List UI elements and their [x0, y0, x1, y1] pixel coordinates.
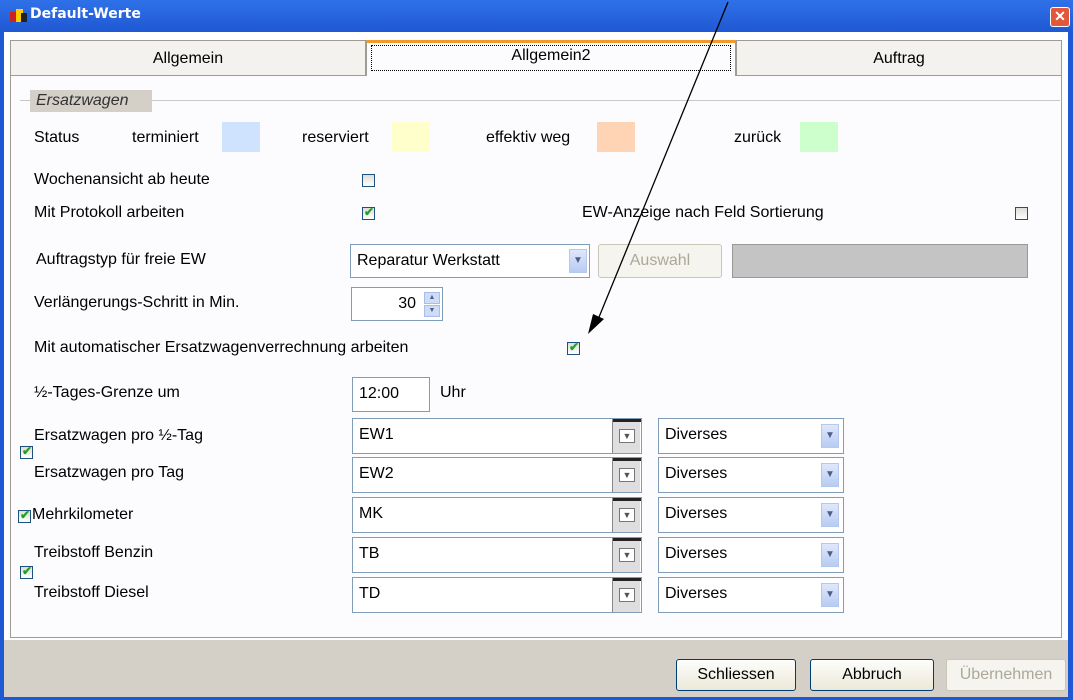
- chevron-down-icon[interactable]: ▼: [821, 583, 839, 607]
- status-zurueck-swatch[interactable]: [800, 122, 838, 152]
- article-checkbox-mk[interactable]: ✔: [18, 508, 31, 523]
- abbruch-button[interactable]: Abbruch: [810, 659, 934, 691]
- halbtag-label: ½-Tages-Grenze um: [34, 384, 180, 401]
- title-bar[interactable]: [0, 0, 1073, 32]
- tab-auftrag[interactable]: Auftrag: [736, 40, 1062, 76]
- status-label: Status: [34, 129, 80, 146]
- group-divider: [20, 100, 1060, 101]
- uebernehmen-button[interactable]: Übernehmen: [946, 659, 1066, 691]
- lookup-bar: [613, 538, 641, 541]
- auftragstyp-display: [732, 244, 1028, 278]
- checkmark-icon: ✔: [22, 444, 33, 458]
- article-code-tb[interactable]: TB: [352, 537, 642, 573]
- chevron-down-icon[interactable]: ▼: [821, 543, 839, 567]
- chevron-down-icon[interactable]: ▼: [821, 463, 839, 487]
- annotation-arrow: [588, 1, 729, 334]
- verlaengerung-label: Verlängerungs-Schritt in Min.: [34, 294, 240, 311]
- lookup-icon: ▼: [619, 548, 635, 562]
- window-title: Default-Werte: [30, 6, 141, 22]
- article-code-td[interactable]: TD: [352, 577, 642, 613]
- wochenansicht-checkbox[interactable]: [362, 174, 375, 187]
- ew-sortierung-checkbox[interactable]: [1015, 207, 1028, 220]
- status-effektiv-weg-label: effektiv weg: [486, 129, 571, 146]
- checkmark-icon: ✔: [569, 340, 580, 354]
- status-reserviert-label: reserviert: [302, 129, 369, 146]
- chevron-down-icon[interactable]: ▼: [821, 424, 839, 448]
- auftragstyp-label: Auftragstyp für freie EW: [36, 251, 206, 268]
- article-category-ew1[interactable]: Diverses ▼: [658, 418, 844, 454]
- article-code-mk[interactable]: MK: [352, 497, 642, 533]
- window-frame-left: [0, 32, 4, 700]
- article-code-text: TB: [359, 545, 380, 562]
- tab-label: Auftrag: [873, 50, 925, 67]
- status-terminiert-swatch[interactable]: [222, 122, 260, 152]
- article-label-td: Treibstoff Diesel: [34, 584, 149, 601]
- lookup-icon: ▼: [619, 508, 635, 522]
- article-category-tb[interactable]: Diverses ▼: [658, 537, 844, 573]
- article-category-text: Diverses: [665, 426, 728, 443]
- article-category-text: Diverses: [665, 545, 728, 562]
- chevron-down-icon[interactable]: ▼: [821, 503, 839, 527]
- article-category-ew2[interactable]: Diverses ▼: [658, 457, 844, 493]
- article-category-td[interactable]: Diverses ▼: [658, 577, 844, 613]
- app-icon: [10, 9, 27, 22]
- article-lookup-td[interactable]: ▼: [612, 578, 641, 612]
- auftragstyp-value: Reparatur Werkstatt: [357, 252, 500, 269]
- article-label-tb: Treibstoff Benzin: [34, 544, 154, 561]
- lookup-bar: [613, 498, 641, 501]
- halbtag-value: 12:00: [359, 385, 400, 402]
- status-terminiert-label: terminiert: [132, 129, 199, 146]
- article-category-mk[interactable]: Diverses ▼: [658, 497, 844, 533]
- auftragstyp-select[interactable]: Reparatur Werkstatt ▼: [350, 244, 590, 278]
- checkmark-icon: ✔: [364, 205, 375, 219]
- article-category-text: Diverses: [665, 465, 728, 482]
- article-label-mk: Mehrkilometer: [32, 506, 134, 523]
- window-frame-right: [1068, 32, 1073, 700]
- verlaengerung-value: 30: [398, 295, 416, 312]
- article-checkbox-treibstoff[interactable]: ✔: [20, 564, 33, 579]
- verlaengerung-spinner[interactable]: 30 ▲ ▼: [351, 287, 443, 321]
- article-category-text: Diverses: [665, 585, 728, 602]
- halbtag-time-input[interactable]: 12:00: [352, 377, 430, 412]
- article-code-ew1[interactable]: EW1: [352, 418, 642, 454]
- lookup-icon: ▼: [619, 468, 635, 482]
- auto-verrechnung-checkbox[interactable]: ✔: [567, 340, 580, 355]
- checkmark-icon: ✔: [22, 564, 33, 578]
- group-title: Ersatzwagen: [30, 90, 152, 112]
- spin-down-icon[interactable]: ▼: [424, 305, 440, 317]
- status-zurueck-label: zurück: [734, 129, 782, 146]
- lookup-icon: ▼: [619, 588, 635, 602]
- article-code-ew2[interactable]: EW2: [352, 457, 642, 493]
- lookup-icon: ▼: [619, 429, 635, 443]
- article-lookup-ew1[interactable]: ▼: [612, 419, 641, 453]
- tab-allgemein[interactable]: Allgemein: [10, 40, 366, 76]
- article-lookup-mk[interactable]: ▼: [612, 498, 641, 532]
- close-button[interactable]: ✕: [1050, 7, 1070, 27]
- lookup-bar: [613, 578, 641, 581]
- article-code-text: MK: [359, 505, 383, 522]
- article-code-text: EW1: [359, 426, 394, 443]
- status-reserviert-swatch[interactable]: [392, 122, 430, 152]
- protokoll-label: Mit Protokoll arbeiten: [34, 204, 185, 221]
- lookup-bar: [613, 458, 641, 461]
- wochenansicht-label: Wochenansicht ab heute: [34, 171, 210, 188]
- article-code-text: EW2: [359, 465, 394, 482]
- auto-verrechnung-label: Mit automatischer Ersatzwagenverrechnung…: [34, 339, 409, 356]
- article-checkbox-ew[interactable]: ✔: [20, 444, 33, 459]
- tab-label: Allgemein: [152, 50, 224, 67]
- article-category-text: Diverses: [665, 505, 728, 522]
- schliessen-button[interactable]: Schliessen: [676, 659, 796, 691]
- article-code-text: TD: [359, 585, 381, 602]
- checkmark-icon: ✔: [20, 508, 31, 522]
- lookup-bar: [613, 419, 641, 422]
- halbtag-unit: Uhr: [440, 384, 466, 401]
- protokoll-checkbox[interactable]: ✔: [362, 205, 375, 220]
- spin-up-icon[interactable]: ▲: [424, 292, 440, 304]
- article-label-ew2: Ersatzwagen pro Tag: [34, 464, 185, 481]
- article-label-ew1: Ersatzwagen pro ½-Tag: [34, 427, 203, 444]
- article-lookup-ew2[interactable]: ▼: [612, 458, 641, 492]
- article-lookup-tb[interactable]: ▼: [612, 538, 641, 572]
